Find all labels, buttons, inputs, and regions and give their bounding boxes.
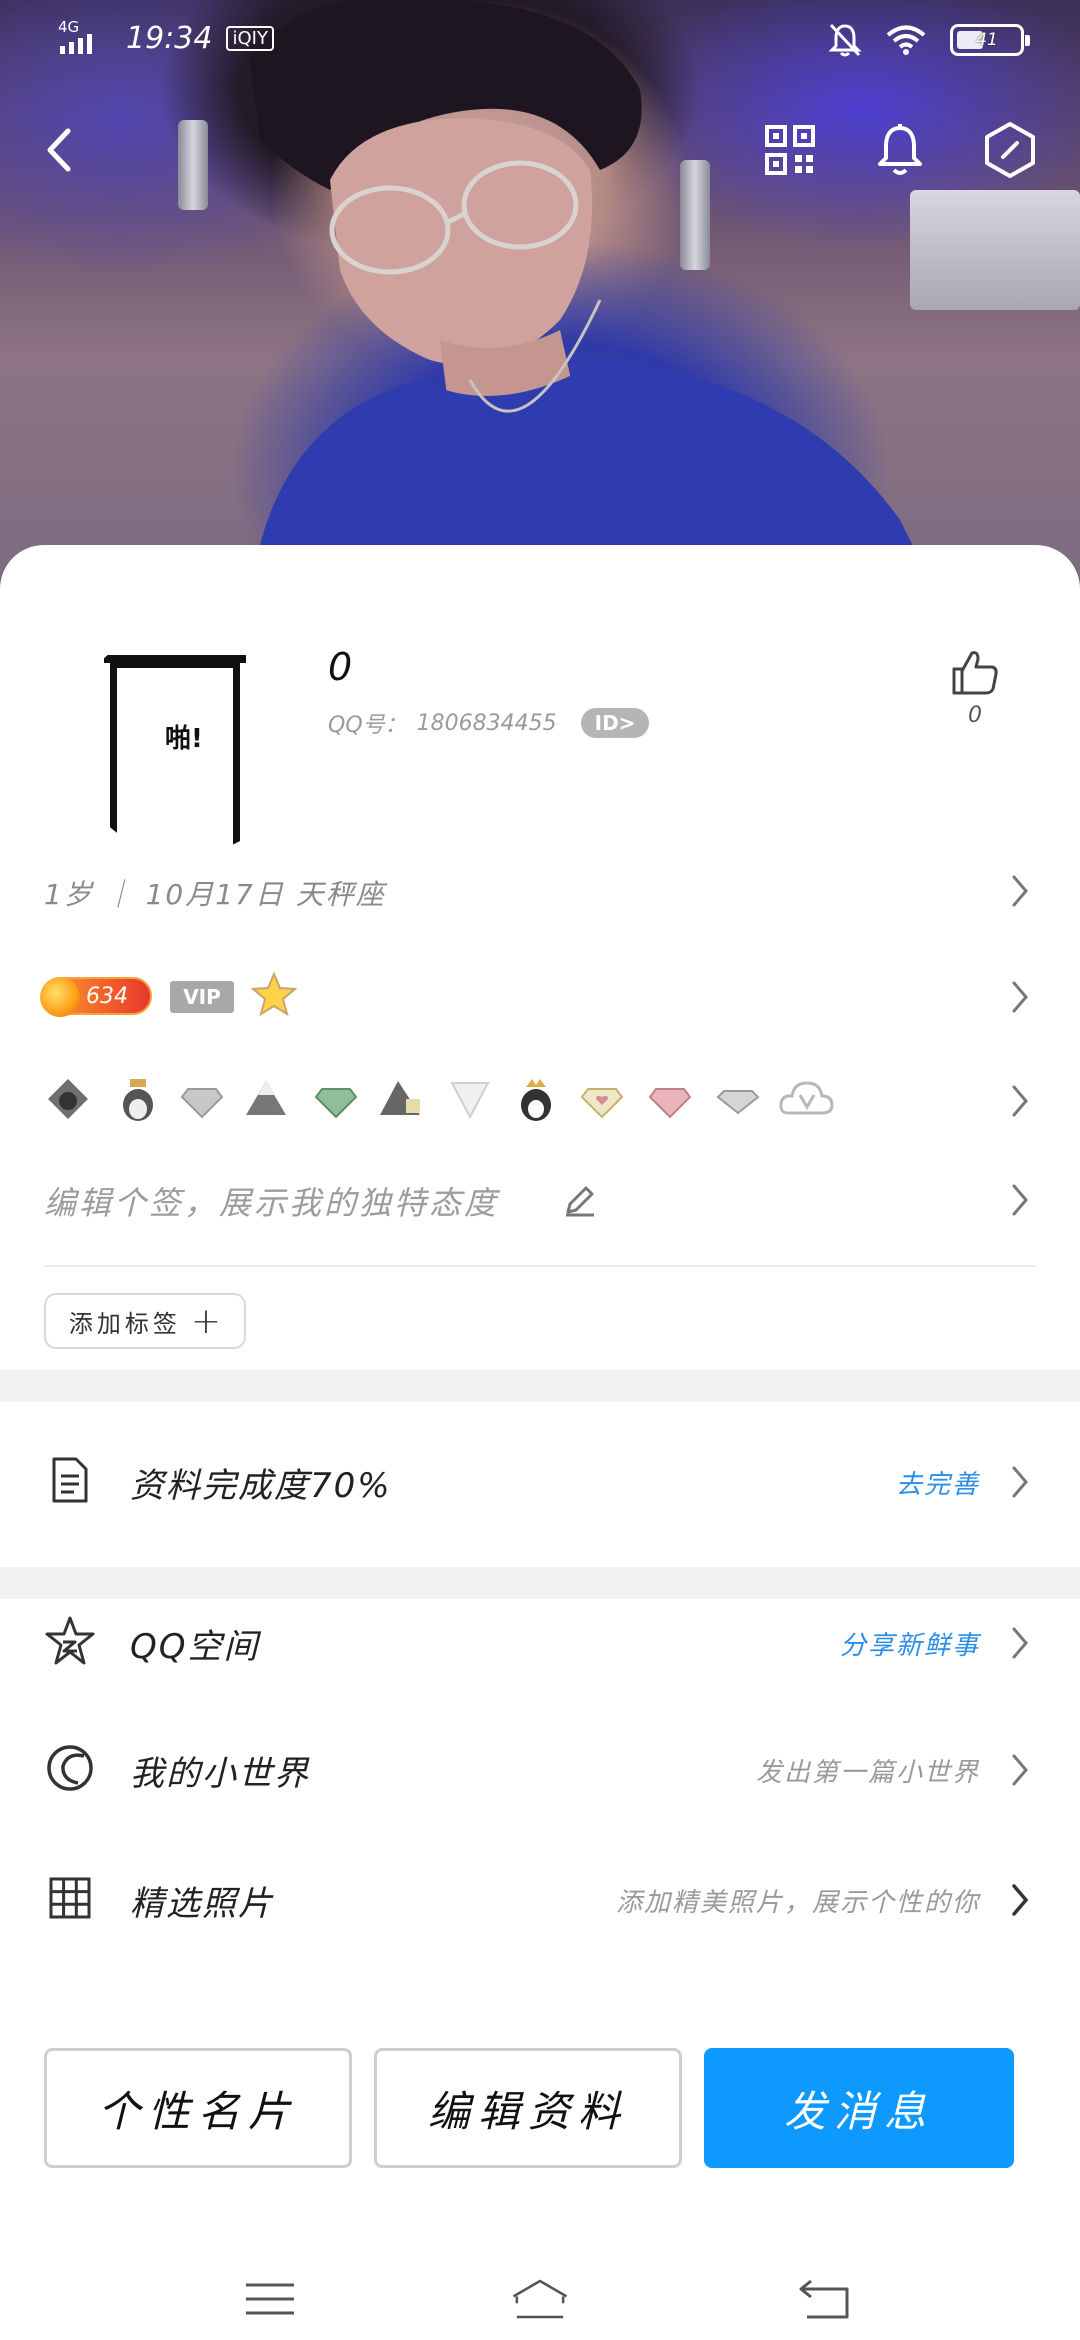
photo-grid-icon	[44, 1872, 96, 1924]
menu-hint: 分享新鲜事	[839, 1631, 980, 1661]
chevron-left-icon	[47, 128, 71, 172]
king-penguin-medal-icon	[521, 1079, 551, 1121]
qq-number: 1806834455	[416, 710, 557, 736]
system-nav-bar	[0, 2261, 1080, 2340]
menu-hint: 添加精美照片，展示个性的你	[615, 1888, 980, 1918]
basic-info: 1岁 ｜ 10月17日 天秤座	[44, 878, 386, 911]
menu-item-qzone[interactable]: QQ空间 分享新鲜事	[0, 1583, 1080, 1703]
cover-figure	[250, 0, 940, 600]
signal-icon: 4G	[58, 18, 106, 56]
wifi-icon	[886, 25, 926, 55]
pink-diamond-icon	[648, 1088, 692, 1119]
status-time: 19:34	[126, 20, 213, 56]
like-count: 0	[968, 703, 982, 728]
document-icon	[44, 1454, 96, 1506]
avatar[interactable]: 啪!	[70, 625, 300, 855]
menu-hint: 发出第一篇小世界	[755, 1758, 980, 1788]
menu-item-photos[interactable]: 精选照片 添加精美照片，展示个性的你	[0, 1840, 1080, 1960]
send-message-button[interactable]: 发消息	[704, 2048, 1014, 2168]
menu-label: 我的小世界	[130, 1754, 310, 1794]
profile-card: 啪! 0 QQ号： 1806834455 ID> 0 1岁 ｜ 10月17日 天…	[0, 545, 1080, 2340]
sun-coin-icon	[40, 977, 80, 1017]
chevron-right-icon	[1012, 1184, 1028, 1216]
star-icon	[250, 971, 298, 1017]
qr-code-icon	[765, 125, 815, 175]
home-nav-button[interactable]	[510, 2269, 570, 2329]
heart-diamond-icon	[580, 1088, 624, 1119]
pencil-icon	[566, 1186, 594, 1217]
divider	[44, 1265, 1036, 1267]
medals-row[interactable]	[0, 1065, 1080, 1135]
chevron-right-icon	[1012, 875, 1028, 907]
avatar-door-knob	[257, 848, 271, 855]
mountain-medal-icon	[246, 1081, 286, 1115]
back-button[interactable]	[30, 120, 90, 180]
level-value: 634	[86, 983, 128, 1009]
hamburger-menu-icon	[246, 2283, 294, 2315]
bell-icon	[878, 124, 922, 175]
like-button[interactable]: 0	[948, 647, 1002, 728]
status-bar: 4G 19:34 iQIY 41	[0, 0, 1080, 84]
battery-icon: 41	[950, 24, 1030, 56]
chevron-right-icon	[1012, 1884, 1029, 1916]
mute-bell-icon	[828, 23, 862, 57]
signature-placeholder: 编辑个签，展示我的独特态度	[44, 1184, 500, 1222]
return-icon	[799, 2279, 849, 2319]
chevron-right-icon	[1012, 1085, 1028, 1117]
level-badge: 634	[40, 977, 152, 1017]
white-tie-medal-icon	[450, 1082, 490, 1120]
add-tag-button[interactable]: 添加标签 +	[44, 1293, 246, 1349]
silver-diamond-icon	[716, 1090, 760, 1115]
cover-photo[interactable]	[0, 0, 1080, 600]
personal-card-button[interactable]: 个性名片	[44, 2048, 352, 2168]
menu-label: 精选照片	[130, 1884, 274, 1924]
nickname: 0	[328, 645, 353, 689]
edit-profile-button[interactable]: 编辑资料	[374, 2048, 682, 2168]
battery-level: 41	[976, 30, 998, 50]
avatar-door: 啪!	[110, 661, 271, 855]
menu-nav-button[interactable]	[240, 2269, 300, 2329]
qq-number-row: QQ号： 1806834455 ID>	[328, 707, 650, 739]
cloud-v-icon	[779, 1081, 834, 1115]
hexagon-settings-icon	[985, 122, 1035, 178]
menu-item-small-world[interactable]: 我的小世界 发出第一篇小世界	[0, 1710, 1080, 1830]
chevron-right-icon	[1012, 1627, 1028, 1659]
snow-mountain-medal-icon	[380, 1081, 420, 1115]
chevron-right-icon	[1012, 981, 1028, 1013]
settings-button[interactable]	[980, 120, 1040, 180]
menu-label: QQ空间	[130, 1627, 260, 1667]
completion-action[interactable]: 去完善	[896, 1464, 980, 1501]
iqiyi-app-icon: iQIY	[226, 25, 274, 51]
qr-code-button[interactable]	[760, 120, 820, 180]
basic-info-row[interactable]: 1岁 ｜ 10月17日 天秤座	[0, 865, 1080, 915]
section-separator	[0, 1370, 1080, 1402]
green-diamond-icon	[314, 1088, 358, 1119]
home-icon	[512, 2279, 568, 2319]
completion-label: 资料完成度70%	[130, 1466, 392, 1506]
avatar-text: 啪!	[165, 724, 203, 754]
signature-row[interactable]: 编辑个签，展示我的独特态度	[0, 1170, 1080, 1230]
add-tag-label: 添加标签	[68, 1309, 181, 1338]
notification-button[interactable]	[870, 120, 930, 180]
vip-level-row[interactable]: 634 VIP	[0, 965, 1080, 1025]
qzone-star-icon	[44, 1615, 96, 1667]
plus-icon: +	[190, 1300, 222, 1342]
gray-diamond-icon	[180, 1088, 224, 1119]
thumbs-up-icon	[952, 651, 998, 695]
chevron-right-icon	[1012, 1466, 1028, 1498]
qq-number-label: QQ号：	[328, 713, 407, 738]
back-nav-button[interactable]	[795, 2269, 855, 2329]
crowned-penguin-medal-icon	[123, 1079, 153, 1121]
small-world-icon	[44, 1742, 96, 1794]
vip-badge: VIP	[170, 981, 234, 1013]
profile-completion-row[interactable]: 资料完成度70% 去完善	[0, 1422, 1080, 1542]
gray-penguin-medal-icon	[48, 1079, 88, 1119]
id-badge[interactable]: ID>	[580, 708, 650, 738]
chevron-right-icon	[1012, 1754, 1028, 1786]
